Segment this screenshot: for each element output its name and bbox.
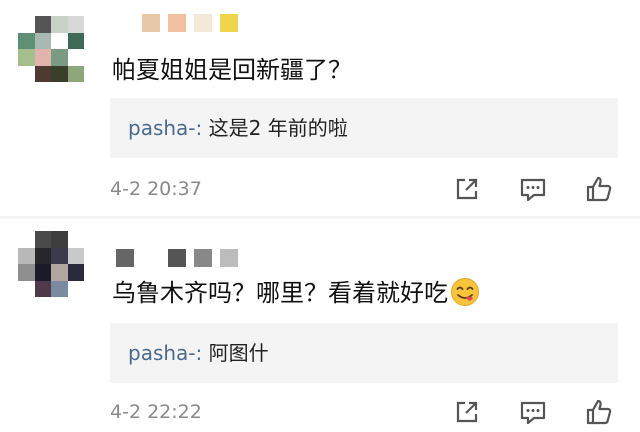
share-icon — [456, 178, 478, 200]
avatar-pixel — [67, 49, 84, 66]
share-button[interactable] — [452, 397, 482, 427]
avatar[interactable] — [18, 16, 84, 82]
username-pixel — [168, 249, 186, 267]
avatar-pixel — [51, 280, 68, 297]
comment-button[interactable] — [518, 174, 548, 204]
avatar-pixel — [67, 65, 84, 82]
avatar-pixel — [51, 49, 68, 66]
avatar-pixel — [34, 49, 51, 66]
avatar-pixel — [67, 247, 84, 264]
reply-line: pasha-: 这是2 年前的啦 — [128, 114, 348, 142]
avatar-pixel — [51, 231, 68, 248]
comment-text: 乌鲁木齐吗？哪里？看着就好吃 — [112, 277, 480, 309]
avatar-pixel — [18, 32, 35, 49]
avatar-pixel — [51, 247, 68, 264]
avatar[interactable] — [18, 231, 84, 297]
comment-icon — [520, 401, 546, 425]
avatar-pixel — [34, 32, 51, 49]
comment-text: 帕夏姐姐是回新疆了？ — [112, 54, 352, 86]
username-pixel — [116, 14, 134, 32]
comment-item: 帕夏姐姐是回新疆了？ pasha-: 这是2 年前的啦 4-2 20:37 — [0, 0, 640, 216]
avatar-pixel — [51, 264, 68, 281]
yum-face-emoji-icon — [451, 278, 479, 306]
reply-box[interactable]: pasha-: 这是2 年前的啦 — [110, 98, 618, 158]
reply-line: pasha-: 阿图什 — [128, 339, 269, 367]
avatar-pixel — [18, 280, 35, 297]
share-button[interactable] — [452, 174, 482, 204]
timestamp: 4-2 20:37 — [110, 178, 202, 200]
comment-item: 乌鲁木齐吗？哪里？看着就好吃 pasha-: 阿图什 4-2 22:22 — [0, 219, 640, 432]
username-pixelated[interactable] — [116, 249, 238, 267]
username-pixel — [168, 14, 186, 32]
comment-actions — [448, 397, 618, 427]
like-button[interactable] — [584, 174, 614, 204]
username-pixel — [220, 249, 238, 267]
avatar-pixel — [34, 231, 51, 248]
like-button[interactable] — [584, 397, 614, 427]
reply-text: 阿图什 — [208, 341, 269, 365]
avatar-pixel — [18, 247, 35, 264]
username-pixel — [142, 14, 160, 32]
avatar-pixel — [34, 247, 51, 264]
avatar-pixel — [67, 16, 84, 33]
avatar-pixel — [34, 16, 51, 33]
username-pixel — [142, 249, 160, 267]
avatar-pixel — [67, 280, 84, 297]
avatar-pixel — [34, 280, 51, 297]
avatar-pixel — [51, 65, 68, 82]
avatar-pixel — [18, 65, 35, 82]
username-pixel — [116, 249, 134, 267]
username-pixel — [194, 14, 212, 32]
avatar-pixel — [18, 16, 35, 33]
timestamp: 4-2 22:22 — [110, 401, 202, 423]
comment-button[interactable] — [518, 397, 548, 427]
username-pixelated[interactable] — [116, 14, 238, 32]
avatar-pixel — [18, 231, 35, 248]
avatar-pixel — [67, 32, 84, 49]
avatar-pixel — [34, 65, 51, 82]
reply-box[interactable]: pasha-: 阿图什 — [110, 323, 618, 383]
avatar-pixel — [51, 32, 68, 49]
avatar-pixel — [18, 264, 35, 281]
share-icon — [456, 401, 478, 423]
reply-username[interactable]: pasha-: — [128, 116, 202, 140]
comment-icon — [520, 178, 546, 202]
username-pixel — [194, 249, 212, 267]
username-pixel — [220, 14, 238, 32]
avatar-pixel — [51, 16, 68, 33]
avatar-pixel — [34, 264, 51, 281]
avatar-pixel — [18, 49, 35, 66]
comment-actions — [448, 174, 618, 204]
comment-text-content: 帕夏姐姐是回新疆了？ — [112, 56, 352, 84]
comment-text-content: 乌鲁木齐吗？哪里？看着就好吃 — [112, 279, 448, 307]
avatar-pixel — [67, 231, 84, 248]
thumbs-up-icon — [586, 399, 612, 425]
avatar-pixel — [67, 264, 84, 281]
thumbs-up-icon — [586, 176, 612, 202]
reply-text: 这是2 年前的啦 — [208, 116, 348, 140]
reply-username[interactable]: pasha-: — [128, 341, 202, 365]
